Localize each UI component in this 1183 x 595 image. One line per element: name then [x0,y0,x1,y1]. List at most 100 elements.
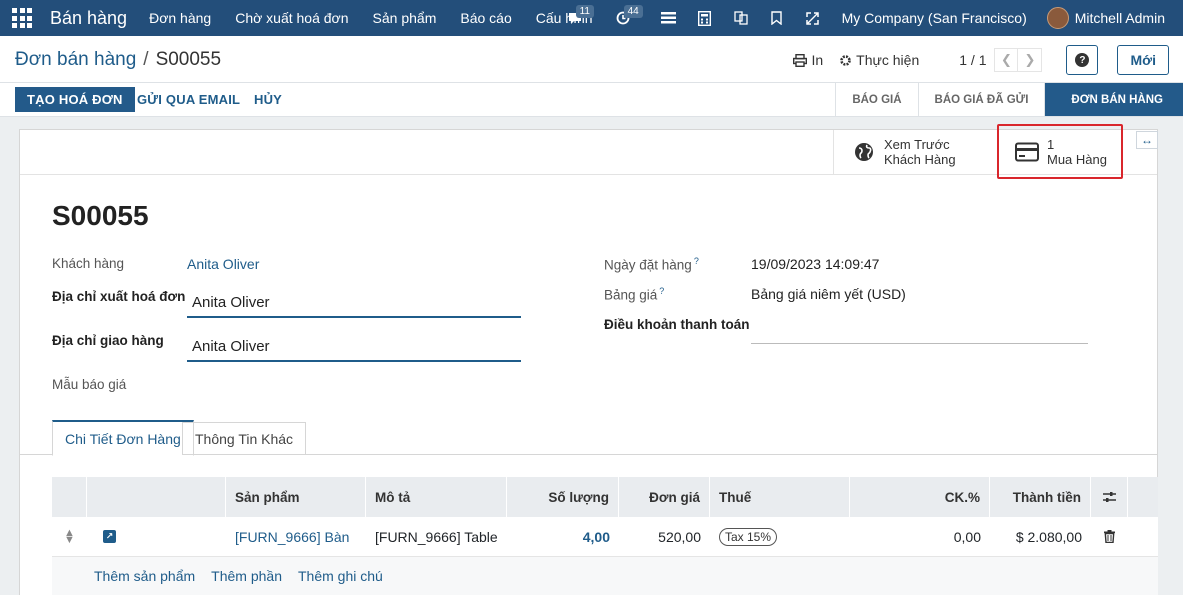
customer-preview-line2: Khách Hàng [884,152,956,167]
stage-quotation-sent[interactable]: BÁO GIÁ ĐÃ GỬI [917,83,1045,116]
tab-other-info[interactable]: Thông Tin Khác [182,422,307,455]
credit-card-icon [1015,142,1039,162]
activities-button[interactable]: 44 [608,0,643,36]
send-email-button[interactable]: GỬI QUA EMAIL [125,87,252,112]
calculator-button[interactable] [690,0,720,36]
pricelist-tooltip[interactable]: ? [659,286,664,296]
menu-products[interactable]: Sản phẩm [373,10,437,26]
pager-value[interactable]: 1 / 1 [959,52,986,68]
quote-template-label: Mẫu báo giá [52,377,127,392]
row-description[interactable]: [FURN_9666] Table [366,517,507,556]
calculator-icon [698,10,712,26]
tax-tag: Tax 15% [719,527,778,546]
arrows-horizontal-icon: ↔ [1141,133,1153,147]
menu-orders[interactable]: Đơn hàng [149,10,211,26]
gear-icon [840,54,851,66]
invoice-address-label: Địa chỉ xuất hoá đơn [52,289,186,304]
add-line-row: Thêm sản phẩm Thêm phần Thêm ghi chú [52,557,1158,595]
translate-icon [733,11,748,25]
bookmark-icon [771,11,782,25]
purchase-label: Mua Hàng [1047,152,1107,167]
drag-handle-icon: ▲ ▼ [64,526,75,546]
fullscreen-button[interactable] [798,0,828,36]
help-button[interactable]: ? [1066,45,1099,75]
user-avatar[interactable] [1046,7,1069,29]
pager-next[interactable]: ❯ [1018,48,1043,72]
optional-columns-toggle[interactable] [1091,477,1128,517]
add-product-link[interactable]: Thêm sản phẩm [94,568,195,584]
new-button[interactable]: Mới [1117,45,1169,75]
header-open [87,477,226,517]
pricelist-value[interactable]: Bảng giá niêm yết (USD) [751,286,906,302]
row-drag-handle[interactable]: ▲ ▼ [52,517,87,556]
row-open-button[interactable]: ↗ [87,517,226,556]
row-taxes[interactable]: Tax 15% [710,517,850,556]
barcode-button[interactable] [654,0,684,36]
customer-preview-button[interactable]: Xem Trước Khách Hàng [833,130,997,174]
header-discount[interactable]: CK.% [850,477,990,517]
table-row[interactable]: ▲ ▼ ↗ [FURN_9666] Bàn [FURN_9666] Table 4… [52,517,1158,557]
record-title: S00055 [52,200,149,231]
status-bar: TẠO HOÁ ĐƠN GỬI QUA EMAIL HỦY BÁO GIÁ BÁ… [0,83,1183,117]
row-product[interactable]: [FURN_9666] Bàn [226,517,366,556]
smart-button-box: Xem Trước Khách Hàng 1 Mua Hàng [20,130,1157,175]
row-discount[interactable]: 0,00 [850,517,990,556]
purchase-smart-button[interactable]: 1 Mua Hàng [998,130,1122,174]
list-icon [661,12,677,24]
company-switcher[interactable]: My Company (San Francisco) [842,10,1027,26]
row-quantity[interactable]: 4,00 [507,517,619,556]
action-label: Thực hiện [856,52,920,68]
header-subtotal[interactable]: Thành tiền [990,477,1091,517]
pager-previous[interactable]: ❮ [994,48,1019,72]
breadcrumb: Đơn bán hàng / S00055 [15,49,221,71]
breadcrumb-sales-orders[interactable]: Đơn bán hàng [15,49,136,70]
add-note-link[interactable]: Thêm ghi chú [298,568,383,584]
header-quantity[interactable]: Số lượng [507,477,619,517]
messages-badge: 11 [575,5,594,18]
breadcrumb-current: S00055 [155,49,222,70]
header-taxes[interactable]: Thuế [710,477,850,517]
action-button[interactable]: Thực hiện [839,52,919,68]
trash-icon [1104,530,1115,543]
user-menu[interactable]: Mitchell Admin [1075,10,1165,26]
customer-link[interactable]: Anita Oliver [187,256,259,272]
globe-icon [855,143,873,161]
menu-to-invoice[interactable]: Chờ xuất hoá đơn [235,10,348,26]
table-header: Sản phẩm Mô tả Số lượng Đơn giá Thuế CK.… [52,477,1158,517]
pricelist-label-text: Bảng giá [604,287,658,303]
bookmark-button[interactable] [762,0,792,36]
create-invoice-button[interactable]: TẠO HOÁ ĐƠN [15,87,135,112]
delivery-address-field[interactable]: Anita Oliver [187,334,521,362]
customer-preview-line1: Xem Trước [884,137,950,152]
messages-button[interactable]: 11 [560,0,594,36]
header-unit-price[interactable]: Đơn giá [619,477,710,517]
order-date-label-text: Ngày đặt hàng [604,257,692,273]
row-unit-price[interactable]: 520,00 [619,517,710,556]
delivery-address-value: Anita Oliver [192,338,270,355]
cancel-order-button[interactable]: HỦY [242,87,294,112]
print-button[interactable]: In [793,52,823,68]
header-description[interactable]: Mô tả [366,477,507,517]
delivery-address-label: Địa chỉ giao hàng [52,333,164,348]
app-menu-button[interactable] [0,0,44,36]
app-brand[interactable]: Bán hàng [50,8,127,29]
payment-terms-field[interactable] [751,316,1088,344]
order-date-tooltip[interactable]: ? [694,256,699,266]
header-product[interactable]: Sản phẩm [226,477,366,517]
header-handle [52,477,87,517]
add-section-link[interactable]: Thêm phần [211,568,282,584]
order-date-value[interactable]: 19/09/2023 14:09:47 [751,256,879,272]
row-subtotal: $ 2.080,00 [1015,528,1082,545]
form-width-toggle[interactable]: ↔ [1136,131,1158,149]
sliders-icon [1102,492,1116,502]
tab-order-lines[interactable]: Chi Tiết Đơn Hàng [52,420,194,456]
row-delete-button[interactable] [1091,517,1128,556]
invoice-address-field[interactable]: Anita Oliver [187,290,521,318]
language-button[interactable] [726,0,756,36]
control-panel: Đơn bán hàng / S00055 In Thực hiện 1 / 1 ❮… [0,36,1183,83]
menu-reporting[interactable]: Báo cáo [460,10,511,26]
print-label: In [811,52,824,68]
chevron-left-icon: ❮ [1001,52,1012,67]
stage-quotation[interactable]: BÁO GIÁ [835,83,917,116]
stage-sales-order[interactable]: ĐƠN BÁN HÀNG [1044,83,1183,116]
